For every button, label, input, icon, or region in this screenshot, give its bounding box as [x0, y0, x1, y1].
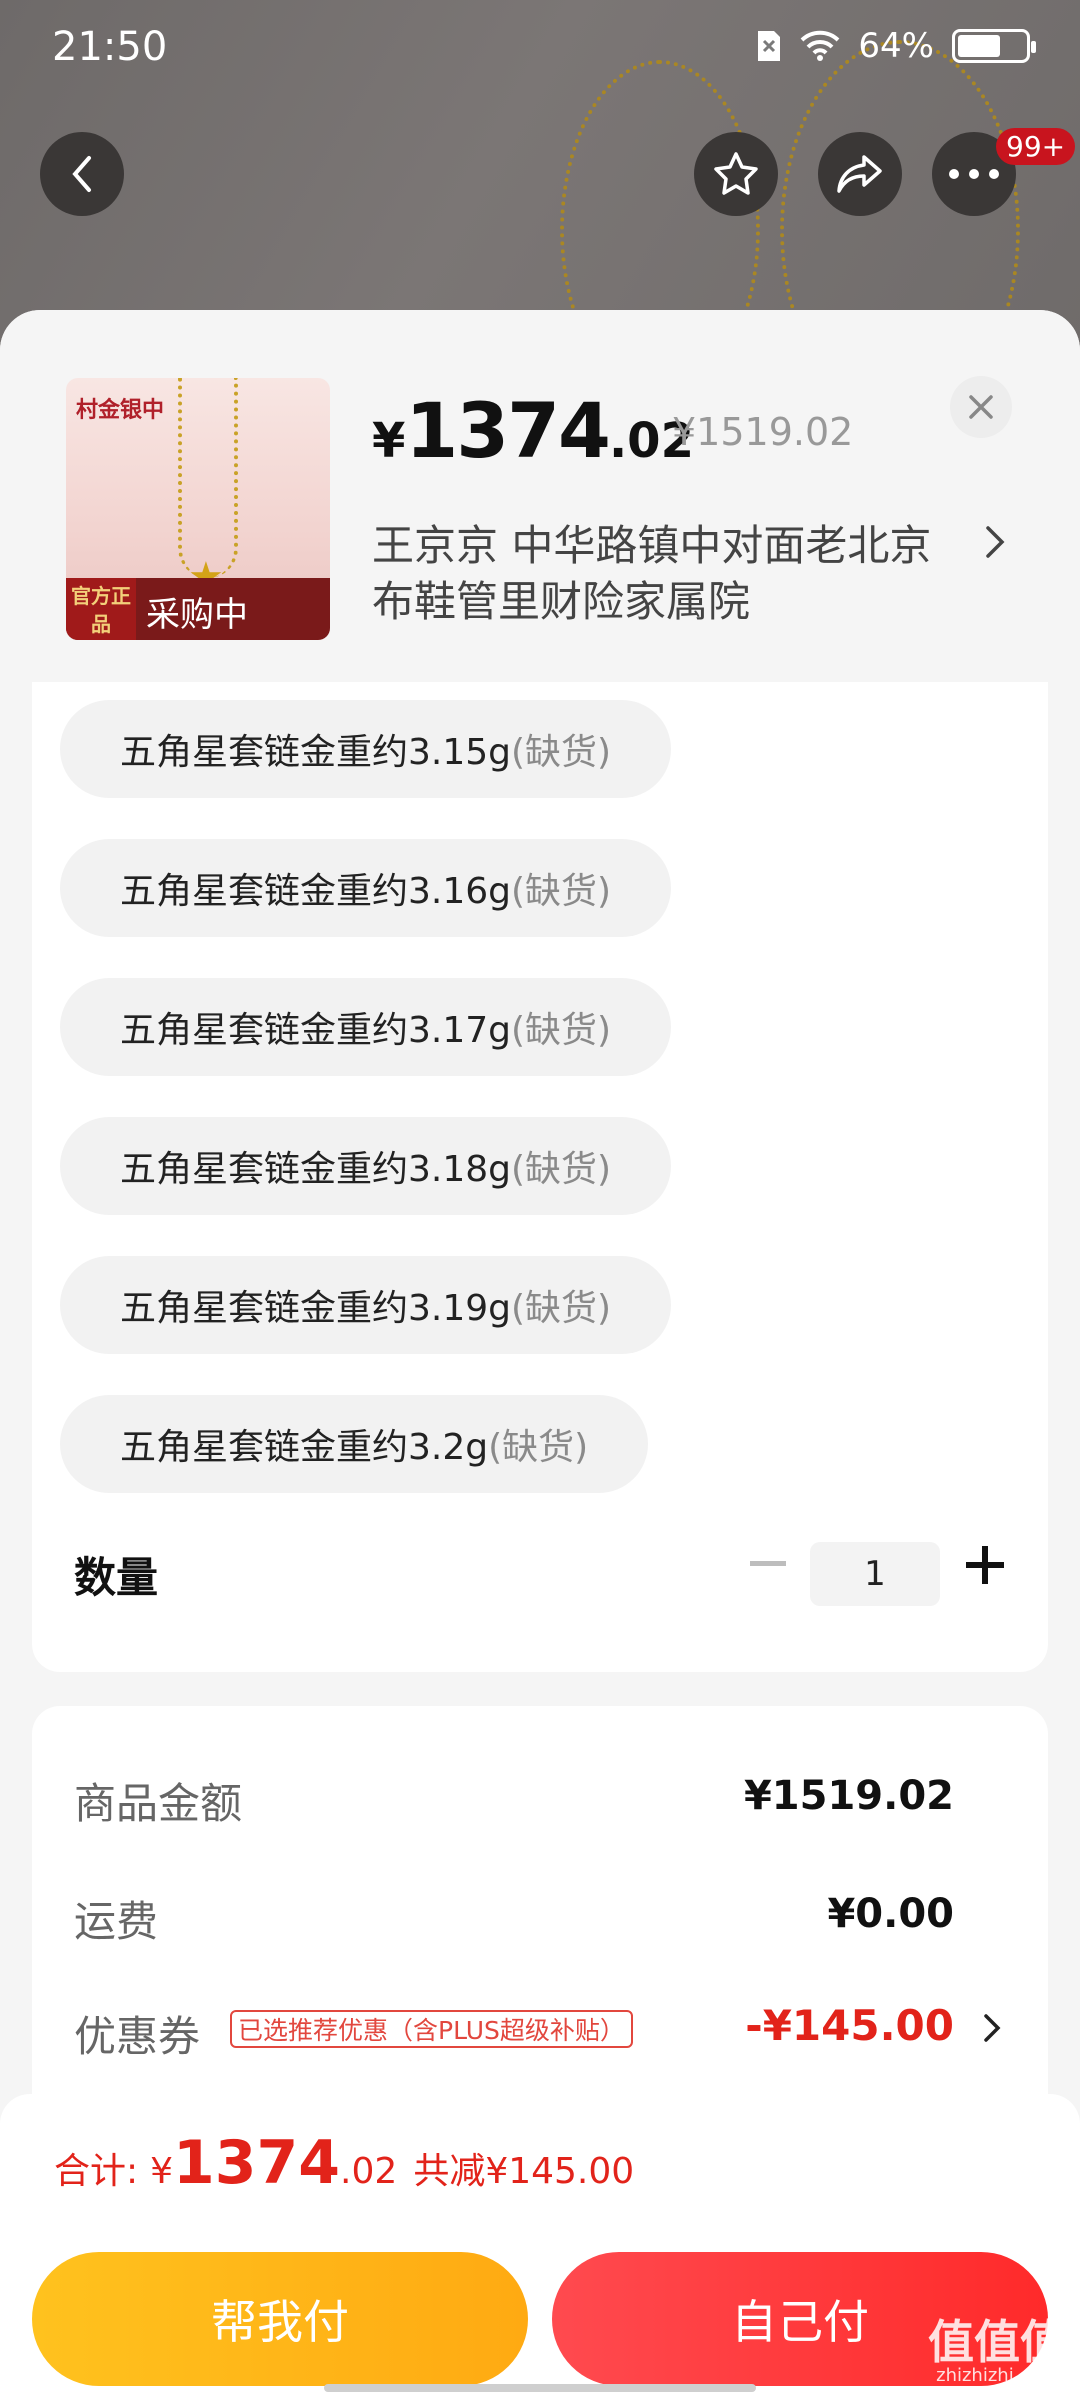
spec-option[interactable]: 五角星套链金重约3.16g (缺货): [60, 839, 672, 937]
goods-amount-label: 商品金额: [74, 1779, 243, 1828]
original-price: ¥1519.02: [672, 410, 854, 454]
status-icons: 64%: [756, 26, 1036, 66]
back-button[interactable]: [40, 132, 124, 216]
close-button[interactable]: [950, 376, 1012, 438]
spec-option[interactable]: 五角星套链金重约3.17g (缺货): [60, 978, 672, 1076]
current-price: ¥ 1374 .02: [372, 386, 694, 475]
shipping-label: 运费: [74, 1897, 159, 1946]
out-of-stock-label: (缺货): [511, 871, 612, 912]
coupon-value[interactable]: -¥145.00: [745, 2001, 954, 2050]
out-of-stock-label: (缺货): [488, 1427, 589, 1468]
close-icon: [969, 395, 993, 419]
site-watermark: 值值值 zhizhizhi.com: [928, 2318, 1066, 2386]
total-discount: 共减¥145.00: [413, 2151, 635, 2192]
option-label: 五角星套链金重约3.15g: [120, 732, 512, 773]
necklace-graphic: [178, 378, 238, 578]
help-me-pay-button[interactable]: 帮我付: [32, 2252, 528, 2386]
chevron-left-icon: [72, 156, 91, 192]
goods-amount-value: ¥1519.02: [743, 1773, 954, 1819]
sheet-header: 村金银中 ★ 官方正品 采购中 ¥ 1374 .02 ¥1519.02 王京京 …: [0, 310, 1080, 680]
more-icon: [949, 169, 999, 179]
watermark-url: zhizhizhi.com: [936, 2365, 1058, 2386]
thumbnail-brand: 村金银中: [76, 398, 165, 423]
option-label: 五角星套链金重约3.17g: [120, 1010, 512, 1051]
option-label: 五角星套链金重约3.2g: [120, 1427, 489, 1468]
status-bar: 21:50 64%: [0, 0, 1080, 96]
watermark-text: 值值值: [928, 2315, 1066, 2369]
chevron-right-icon[interactable]: [982, 2012, 1002, 2044]
official-badge: 官方正品: [66, 578, 136, 640]
favorite-button[interactable]: [694, 132, 778, 216]
share-button[interactable]: [818, 132, 902, 216]
option-label: 五角星套链金重约3.19g: [120, 1288, 512, 1329]
total-currency: ¥: [150, 2151, 174, 2192]
status-time: 21:50: [52, 24, 168, 70]
spec-option[interactable]: 五角星套链金重约3.2g (缺货): [60, 1395, 649, 1493]
quantity-input[interactable]: 1: [810, 1542, 940, 1606]
coupon-recommendation-tag[interactable]: 已选推荐优惠（含PLUS超级补贴）: [230, 2010, 633, 2048]
coupon-label[interactable]: 优惠券: [74, 2003, 200, 2064]
shipping-value: ¥0.00: [827, 1891, 954, 1937]
minus-icon: [750, 1561, 786, 1566]
delivery-address[interactable]: 王京京 中华路镇中对面老北京布鞋管里财险家属院: [372, 518, 972, 630]
option-label: 五角星套链金重约3.18g: [120, 1149, 512, 1190]
spec-option[interactable]: 五角星套链金重约3.19g (缺货): [60, 1256, 672, 1354]
option-label: 五角星套链金重约3.16g: [120, 871, 512, 912]
quantity-decrease-button[interactable]: [744, 1540, 792, 1588]
chevron-right-icon[interactable]: [984, 524, 1006, 560]
sim-icon: [758, 31, 781, 61]
battery-percent: 64%: [858, 26, 934, 66]
product-thumbnail[interactable]: 村金银中 ★ 官方正品 采购中: [66, 378, 330, 640]
price-currency: ¥: [372, 413, 406, 469]
quantity-increase-button[interactable]: [960, 1540, 1010, 1590]
total-label: 合计:: [54, 2151, 139, 2192]
out-of-stock-label: (缺货): [511, 1010, 612, 1051]
wifi-icon: [801, 30, 840, 61]
total-integer: 1374: [173, 2128, 341, 2198]
star-icon: [714, 152, 758, 195]
share-icon: [837, 155, 882, 193]
out-of-stock-label: (缺货): [511, 732, 612, 773]
plus-icon: [966, 1546, 1004, 1584]
total-decimal: .02: [340, 2151, 398, 2192]
notification-badge: 99+: [996, 128, 1076, 165]
battery-icon: [952, 29, 1036, 63]
spec-option[interactable]: 五角星套链金重约3.15g (缺货): [60, 700, 672, 798]
purchasing-tag: 采购中: [146, 595, 248, 635]
quantity-label: 数量: [74, 1553, 159, 1602]
total-row: 合计: ¥ 1374 .02 共减¥145.00: [54, 2128, 634, 2198]
home-indicator[interactable]: [324, 2384, 756, 2392]
spec-option[interactable]: 五角星套链金重约3.18g (缺货): [60, 1117, 672, 1215]
out-of-stock-label: (缺货): [511, 1288, 612, 1329]
price-integer: 1374: [405, 386, 611, 475]
out-of-stock-label: (缺货): [511, 1149, 612, 1190]
